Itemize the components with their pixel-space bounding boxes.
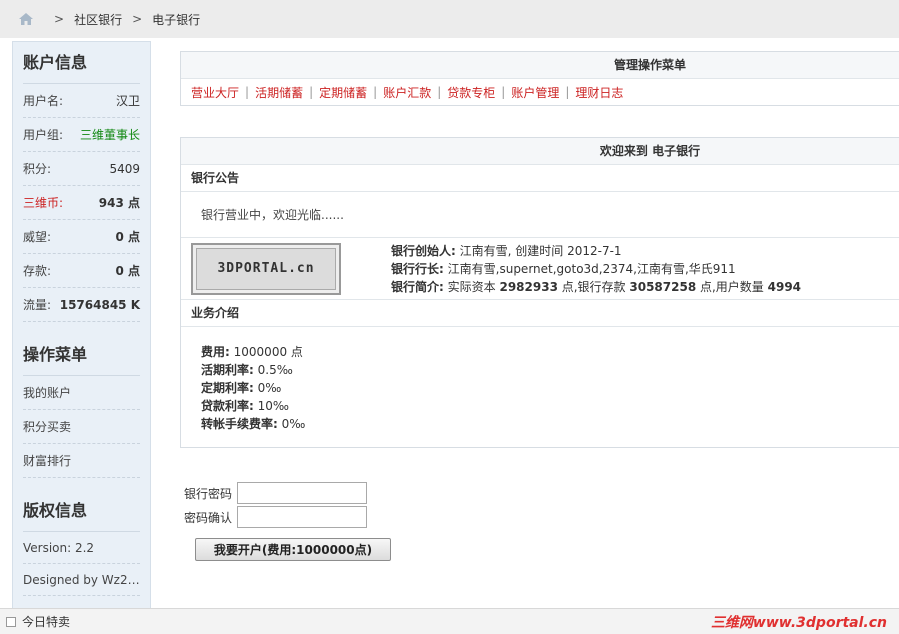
breadcrumb-item-community-bank[interactable]: 社区银行 bbox=[74, 11, 122, 28]
copyright-title: 版权信息 bbox=[23, 490, 140, 532]
prestige-value: 0 点 bbox=[115, 230, 140, 244]
menu-link-hall[interactable]: 营业大厅 bbox=[191, 84, 239, 101]
loan-rate-label: 贷款利率: bbox=[201, 399, 254, 413]
open-account-form: 银行密码 密码确认 bbox=[184, 481, 367, 529]
usergroup-label: 用户组: bbox=[23, 128, 64, 142]
account-row-deposit: 存款: 0 点 bbox=[23, 254, 140, 288]
transfer-fee-label: 转帐手续费率: bbox=[201, 417, 278, 431]
manage-menu-panel: 管理操作菜单 营业大厅 | 活期储蓄 | 定期储蓄 | 账户汇款 | 贷款专柜 … bbox=[180, 51, 899, 106]
account-row-traffic: 流量: 15764845 K bbox=[23, 288, 140, 322]
prestige-label: 威望: bbox=[23, 230, 52, 244]
menu-link-current-savings[interactable]: 活期储蓄 bbox=[255, 84, 303, 101]
coins-value: 943 点 bbox=[98, 196, 140, 210]
username-value: 汉卫 bbox=[115, 94, 140, 108]
daily-sale-link[interactable]: 今日特卖 bbox=[22, 613, 70, 630]
breadcrumb-item-ebank[interactable]: 电子银行 bbox=[152, 11, 200, 28]
account-row-usergroup: 用户组: 三维董事长 bbox=[23, 118, 140, 152]
bank-logo: 3DPORTAL.cn bbox=[191, 242, 341, 295]
menu-link-fixed-savings[interactable]: 定期储蓄 bbox=[319, 84, 367, 101]
business-title: 业务介绍 bbox=[181, 300, 899, 327]
designer-text: Designed by Wz20... bbox=[23, 564, 140, 596]
username-label: 用户名: bbox=[23, 94, 64, 108]
confirm-row: 密码确认 bbox=[184, 505, 367, 529]
president-label: 银行行长: bbox=[391, 261, 444, 276]
confirm-label: 密码确认 bbox=[184, 510, 233, 525]
business-intro: 费用: 1000000 点 活期利率: 0.5‰ 定期利率: 0‰ 贷款利率: … bbox=[181, 327, 899, 447]
account-info-title: 账户信息 bbox=[23, 42, 140, 84]
account-row-prestige: 威望: 0 点 bbox=[23, 220, 140, 254]
fixed-rate-value: 0‰ bbox=[257, 381, 282, 395]
sidebar-item-wealth-ranking[interactable]: 财富排行 bbox=[23, 444, 140, 478]
profile-label: 银行简介: bbox=[391, 279, 444, 294]
fixed-rate-label: 定期利率: bbox=[201, 381, 254, 395]
account-row-username: 用户名: 汉卫 bbox=[23, 84, 140, 118]
breadcrumb: > 社区银行 > 电子银行 bbox=[0, 0, 899, 38]
deposit-value: 0 点 bbox=[115, 264, 140, 278]
manage-menu-bar: 营业大厅 | 活期储蓄 | 定期储蓄 | 账户汇款 | 贷款专柜 | 账户管理 … bbox=[191, 84, 624, 101]
traffic-value: 15764845 K bbox=[59, 297, 140, 312]
operation-menu-title: 操作菜单 bbox=[23, 334, 140, 376]
bank-details: 银行创始人: 江南有雪, 创建时间 2012-7-1 银行行长: 江南有雪,su… bbox=[391, 243, 802, 294]
points-label: 积分: bbox=[23, 162, 52, 176]
version-text: Version: 2.2 bbox=[23, 532, 140, 564]
open-account-button[interactable]: 我要开户(费用:1000000点) bbox=[195, 538, 391, 561]
notice-text: 银行营业中，欢迎光临...... bbox=[181, 192, 899, 238]
welcome-panel: 欢迎来到 电子银行 银行公告 银行营业中，欢迎光临...... 3DPORTAL… bbox=[180, 137, 899, 448]
president-value: 江南有雪,supernet,goto3d,2374,江南有雪,华氏911 bbox=[447, 261, 736, 276]
account-row-points: 积分: 5409 bbox=[23, 152, 140, 186]
founder-value: 江南有雪, 创建时间 2012-7-1 bbox=[459, 243, 622, 258]
bank-info: 3DPORTAL.cn 银行创始人: 江南有雪, 创建时间 2012-7-1 银… bbox=[181, 238, 899, 300]
account-row-coins: 三维币: 943 点 bbox=[23, 186, 140, 220]
points-value: 5409 bbox=[109, 161, 140, 176]
notice-title: 银行公告 bbox=[181, 165, 899, 192]
breadcrumb-separator: > bbox=[132, 12, 143, 26]
loan-rate-value: 10‰ bbox=[257, 399, 290, 413]
fee-value: 1000000 点 bbox=[233, 345, 303, 359]
sidebar-item-my-account[interactable]: 我的账户 bbox=[23, 376, 140, 410]
traffic-label: 流量: bbox=[23, 298, 52, 312]
manage-menu-title: 管理操作菜单 bbox=[181, 52, 899, 79]
password-row: 银行密码 bbox=[184, 481, 367, 505]
deposit-total-value: 30587258 bbox=[629, 279, 697, 294]
menu-link-transfer[interactable]: 账户汇款 bbox=[383, 84, 431, 101]
password-input[interactable] bbox=[237, 482, 367, 504]
home-icon[interactable] bbox=[18, 12, 34, 26]
sidebar: 账户信息 用户名: 汉卫 用户组: 三维董事长 积分: 5409 三维币: 94… bbox=[12, 41, 151, 611]
expand-icon[interactable] bbox=[6, 616, 16, 627]
menu-link-loan[interactable]: 贷款专柜 bbox=[447, 84, 495, 101]
breadcrumb-separator: > bbox=[54, 12, 65, 26]
user-count-value: 4994 bbox=[767, 279, 802, 294]
sidebar-item-points-trade[interactable]: 积分买卖 bbox=[23, 410, 140, 444]
coins-label: 三维币: bbox=[23, 196, 64, 210]
usergroup-value: 三维董事长 bbox=[79, 128, 140, 142]
menu-link-account-manage[interactable]: 账户管理 bbox=[511, 84, 559, 101]
deposit-label: 存款: bbox=[23, 264, 52, 278]
current-rate-label: 活期利率: bbox=[201, 363, 254, 377]
watermark-text: 三维网www.3dportal.cn bbox=[710, 615, 887, 631]
welcome-title: 欢迎来到 电子银行 bbox=[181, 138, 899, 165]
transfer-fee-value: 0‰ bbox=[281, 417, 306, 431]
confirm-password-input[interactable] bbox=[237, 506, 367, 528]
capital-value: 2982933 bbox=[499, 279, 558, 294]
founder-label: 银行创始人: bbox=[391, 243, 456, 258]
password-label: 银行密码 bbox=[184, 486, 233, 501]
main-content: 管理操作菜单 营业大厅 | 活期储蓄 | 定期储蓄 | 账户汇款 | 贷款专柜 … bbox=[180, 51, 899, 448]
fee-label: 费用: bbox=[201, 345, 230, 359]
menu-link-finance-log[interactable]: 理财日志 bbox=[575, 84, 623, 101]
current-rate-value: 0.5‰ bbox=[257, 363, 293, 377]
